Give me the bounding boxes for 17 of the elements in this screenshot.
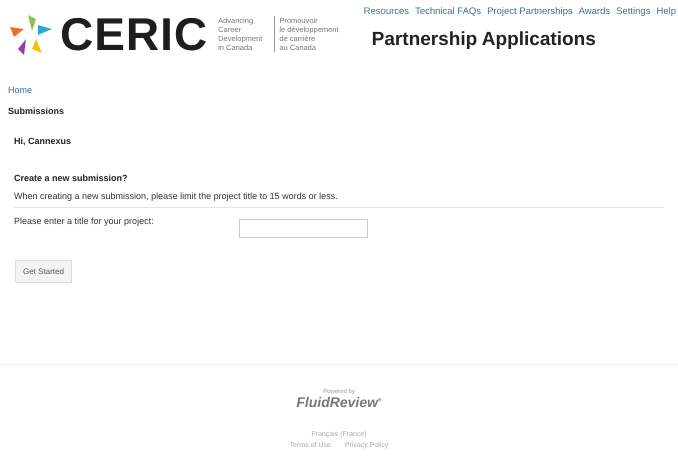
field-label: Please enter a title for your project:: [14, 216, 155, 226]
title-input-field[interactable]: [239, 219, 368, 238]
footer-brand: FluidReview$^{®}$: [296, 395, 382, 409]
breadcrumb-link[interactable]: Home: [8, 85, 32, 95]
greeting: Hi, Cannexus: [14, 136, 72, 146]
logo-wordmark: CERIC: [60, 11, 208, 57]
nav-link[interactable]: Settings: [616, 6, 650, 17]
form-heading: Create a new submission?: [14, 173, 129, 183]
page-title: Partnership Applications: [372, 29, 597, 51]
instruction-text: When creating a new submission, please limit the project title to 15 words or less.: [14, 191, 664, 208]
section-heading: Submissions: [8, 106, 66, 116]
get-started-button[interactable]: Get Started: [15, 260, 72, 283]
nav-link[interactable]: Help: [656, 6, 676, 17]
nav-link[interactable]: Awards: [578, 6, 610, 17]
nav-link[interactable]: Resources: [364, 6, 410, 17]
nav-link[interactable]: Project Partnerships: [487, 6, 573, 17]
nav-link[interactable]: Technical FAQs: [415, 6, 482, 17]
